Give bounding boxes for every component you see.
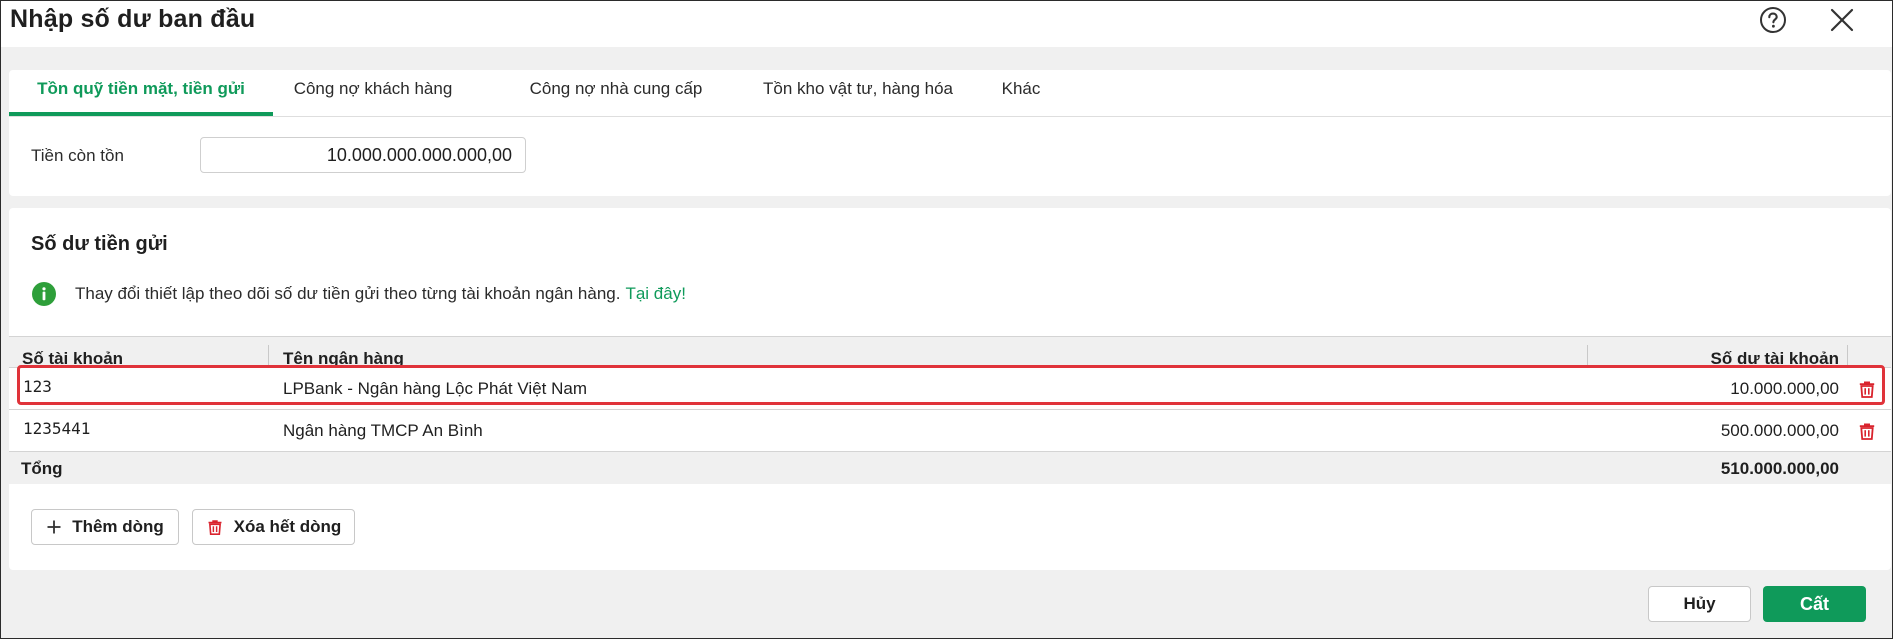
balance-cell[interactable]: 500.000.000,00 [1721, 410, 1839, 452]
title-bar: Nhập số dư ban đầu [1, 1, 1892, 47]
save-button[interactable]: Cất [1763, 586, 1866, 622]
column-bank[interactable]: Tên ngân hàng [283, 337, 404, 368]
plus-icon [47, 520, 61, 534]
clear-rows-button[interactable]: Xóa hết dòng [192, 509, 355, 545]
table-row[interactable]: 123 LPBank - Ngân hàng Lộc Phát Việt Nam… [9, 368, 1891, 410]
column-balance[interactable]: Số dư tài khoản [1711, 337, 1840, 368]
tab-inventory[interactable]: Tồn kho vật tư, hàng hóa [743, 70, 973, 116]
dialog-title: Nhập số dư ban đầu [10, 5, 256, 33]
tab-supplier-debt[interactable]: Công nợ nhà cung cấp [496, 70, 736, 116]
delete-row-button[interactable] [1857, 379, 1877, 399]
tab-bar: Tồn quỹ tiền mặt, tiền gửi Công nợ khách… [9, 70, 1891, 117]
trash-icon [208, 520, 222, 536]
info-message: Thay đổi thiết lập theo dõi số dư tiền g… [32, 281, 686, 307]
trash-icon [1859, 381, 1875, 398]
add-row-label: Thêm dòng [72, 517, 164, 536]
bank-cell[interactable]: Ngân hàng TMCP An Bình [283, 410, 483, 452]
column-separator [268, 345, 269, 365]
column-separator [1847, 345, 1848, 365]
column-separator [1587, 345, 1588, 365]
tab-cash-deposits[interactable]: Tồn quỹ tiền mặt, tiền gửi [9, 70, 273, 116]
table-row[interactable]: 1235441 Ngân hàng TMCP An Bình 500.000.0… [9, 410, 1891, 452]
clear-rows-label: Xóa hết dòng [233, 517, 342, 536]
close-button[interactable] [1827, 5, 1857, 35]
tab-other[interactable]: Khác [991, 70, 1051, 116]
info-link[interactable]: Tại đây! [625, 284, 685, 304]
cancel-button[interactable]: Hủy [1648, 586, 1751, 622]
tab-customer-debt[interactable]: Công nợ khách hàng [273, 70, 473, 116]
help-button[interactable] [1758, 5, 1788, 35]
trash-icon [1859, 423, 1875, 440]
total-label: Tổng [21, 459, 63, 478]
delete-row-button[interactable] [1857, 421, 1877, 441]
total-value: 510.000.000,00 [1720, 459, 1839, 478]
question-circle-icon [1760, 7, 1786, 33]
deposit-table: Số tài khoản Tên ngân hàng Số dư tài kho… [9, 336, 1891, 484]
table-total-row: Tổng 510.000.000,00 [9, 452, 1891, 484]
bank-cell[interactable]: LPBank - Ngân hàng Lộc Phát Việt Nam [283, 368, 587, 410]
section-title: Số dư tiền gửi [31, 233, 168, 255]
table-header: Số tài khoản Tên ngân hàng Số dư tài kho… [9, 336, 1891, 368]
account-cell[interactable]: 123 [23, 368, 52, 410]
cash-panel: Tồn quỹ tiền mặt, tiền gửi Công nợ khách… [9, 70, 1891, 196]
close-icon [1830, 8, 1854, 32]
account-cell[interactable]: 1235441 [23, 410, 90, 452]
info-icon [32, 282, 56, 306]
cash-label: Tiền còn tồn [31, 146, 124, 165]
dialog: Nhập số dư ban đầu Tồn quỹ tiền mặt, tiề… [0, 0, 1893, 639]
column-account[interactable]: Số tài khoản [22, 337, 123, 368]
cash-input[interactable] [200, 137, 526, 173]
deposit-panel: Số dư tiền gửi Thay đổi thiết lập theo d… [9, 208, 1891, 570]
balance-cell[interactable]: 10.000.000,00 [1730, 368, 1839, 410]
add-row-button[interactable]: Thêm dòng [31, 509, 179, 545]
info-text: Thay đổi thiết lập theo dõi số dư tiền g… [75, 284, 621, 303]
